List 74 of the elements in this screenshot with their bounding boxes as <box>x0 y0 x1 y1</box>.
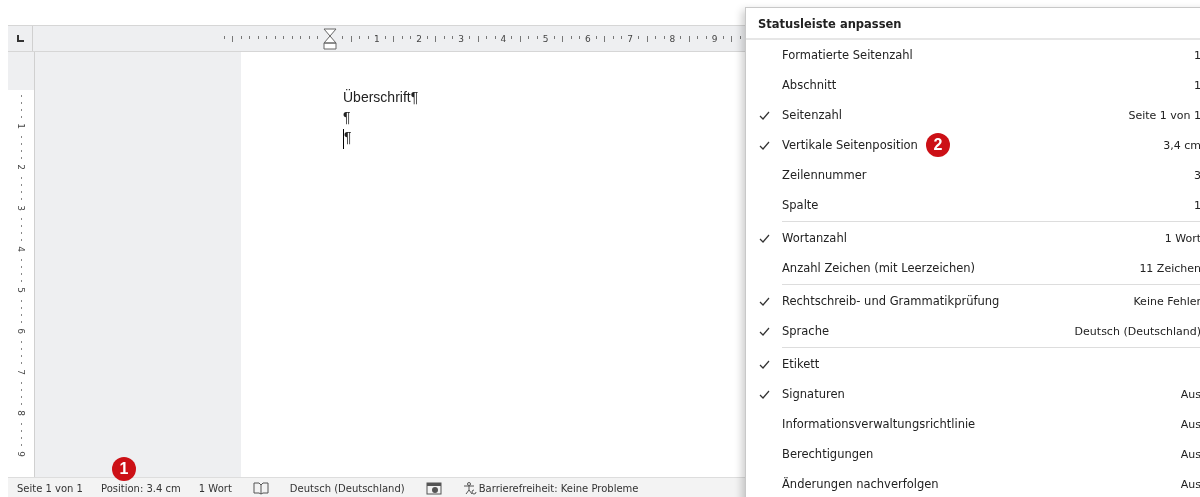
ruler-number: 1 <box>372 33 381 44</box>
menu-item[interactable]: Spalte 1 <box>746 190 1200 220</box>
menu-item-value: Seite 1 von 1 <box>1128 108 1200 122</box>
menu-item[interactable]: Vertikale Seitenposition 2 3,4 cm <box>746 130 1200 160</box>
menu-item[interactable]: Änderungen nachverfolgen Aus <box>746 469 1200 497</box>
menu-item-label: Signaturen <box>782 387 845 401</box>
menu-item[interactable]: Anzahl Zeichen (mit Leerzeichen) 11 Zeichen <box>746 253 1200 283</box>
menu-item-value: Aus <box>1180 387 1200 401</box>
ruler-number: 2 <box>16 164 26 170</box>
ruler-number: 5 <box>16 287 26 293</box>
ruler-number: 2 <box>415 33 423 44</box>
menu-item[interactable]: Etikett <box>746 349 1200 379</box>
ruler-number: 3 <box>16 205 26 211</box>
menu-item-value: 1 <box>1194 48 1200 62</box>
ruler-number: 7 <box>626 33 635 44</box>
callout-badge: 2 <box>925 133 950 157</box>
menu-item[interactable]: Signaturen Aus <box>746 379 1200 409</box>
book-icon[interactable] <box>252 481 269 495</box>
menu-item[interactable]: Informationsverwaltungsrichtlinie Aus <box>746 409 1200 439</box>
heading-text: Überschrift¶ <box>343 89 420 107</box>
menu-item-value: Aus <box>1180 447 1200 461</box>
menu-item-label: Sprache <box>782 324 830 338</box>
status-text[interactable]: Seite 1 von 1 <box>8 482 92 494</box>
menu-item-label: Zeilennummer <box>782 168 867 182</box>
callout-badge: 1 <box>112 456 136 481</box>
menu-title: Statusleiste anpassen <box>746 8 1200 40</box>
paragraph-mark: ¶ <box>343 109 352 127</box>
accessibility-status[interactable]: Barrierefreiheit: Keine Probleme <box>453 481 648 495</box>
menu-item-label: Seitenzahl <box>782 108 842 122</box>
ruler-number: 8 <box>668 33 677 44</box>
ruler-number: 7 <box>16 369 26 375</box>
ruler-number: 4 <box>499 33 508 44</box>
menu-item-value: Aus <box>1180 417 1200 431</box>
menu-item-value: Aus <box>1180 477 1200 491</box>
menu-item-label: Anzahl Zeichen (mit Leerzeichen) <box>782 261 976 275</box>
menu-item-value: 3 <box>1194 168 1200 182</box>
menu-item-value: 1 <box>1194 198 1200 212</box>
ruler-number: 9 <box>16 451 26 457</box>
menu-item-label: Änderungen nachverfolgen <box>782 477 939 491</box>
ruler-number: 9 <box>710 33 719 44</box>
menu-item-value: 3,4 cm <box>1163 138 1200 152</box>
menu-item-label: Vertikale Seitenposition <box>782 138 918 152</box>
status-text[interactable]: 1 Wort <box>189 482 241 494</box>
menu-item-value: 1 <box>1194 78 1200 92</box>
menu-item[interactable]: Zeilennummer 3 <box>746 160 1200 190</box>
ruler-number: 6 <box>584 33 592 44</box>
menu-item-label: Wortanzahl <box>782 231 847 245</box>
menu-item-label: Informationsverwaltungsrichtlinie <box>782 417 976 431</box>
ruler-number: 3 <box>457 33 466 44</box>
menu-item-label: Formatierte Seitenzahl <box>782 48 913 62</box>
menu-item[interactable]: Abschnitt 1 <box>746 70 1200 100</box>
menu-item[interactable]: Seitenzahl Seite 1 von 1 <box>746 100 1200 130</box>
menu-item[interactable]: Formatierte Seitenzahl 1 <box>746 40 1200 70</box>
ruler-number: 6 <box>16 328 26 334</box>
menu-item-label: Abschnitt <box>782 78 837 92</box>
menu-item-label: Rechtschreib- und Grammatikprüfung <box>782 294 1000 308</box>
menu-item-label: Etikett <box>782 357 820 371</box>
accessibility-icon <box>462 481 477 495</box>
status-text[interactable]: Deutsch (Deutschland) <box>280 482 414 494</box>
menu-item-value: Deutsch (Deutschland) <box>1074 324 1200 338</box>
menu-item-label: Berechtigungen <box>782 447 874 461</box>
menu-item[interactable]: Berechtigungen Aus <box>746 439 1200 469</box>
menu-item-value: 11 Zeichen <box>1139 261 1200 275</box>
menu-item-label: Spalte <box>782 198 819 212</box>
ruler-number: 1 <box>16 123 26 129</box>
ruler-number: 4 <box>16 246 26 252</box>
paragraph-mark: ¶ <box>343 129 352 149</box>
menu-item-value: 1 Wort <box>1164 231 1200 245</box>
ruler-number: 8 <box>16 410 26 416</box>
menu-item[interactable]: Wortanzahl 1 Wort <box>746 223 1200 253</box>
camera-icon[interactable] <box>425 481 442 495</box>
indent-marker-icon[interactable] <box>323 27 338 50</box>
menu-item[interactable]: Sprache Deutsch (Deutschland) <box>746 316 1200 346</box>
ruler-number: 5 <box>541 33 550 44</box>
